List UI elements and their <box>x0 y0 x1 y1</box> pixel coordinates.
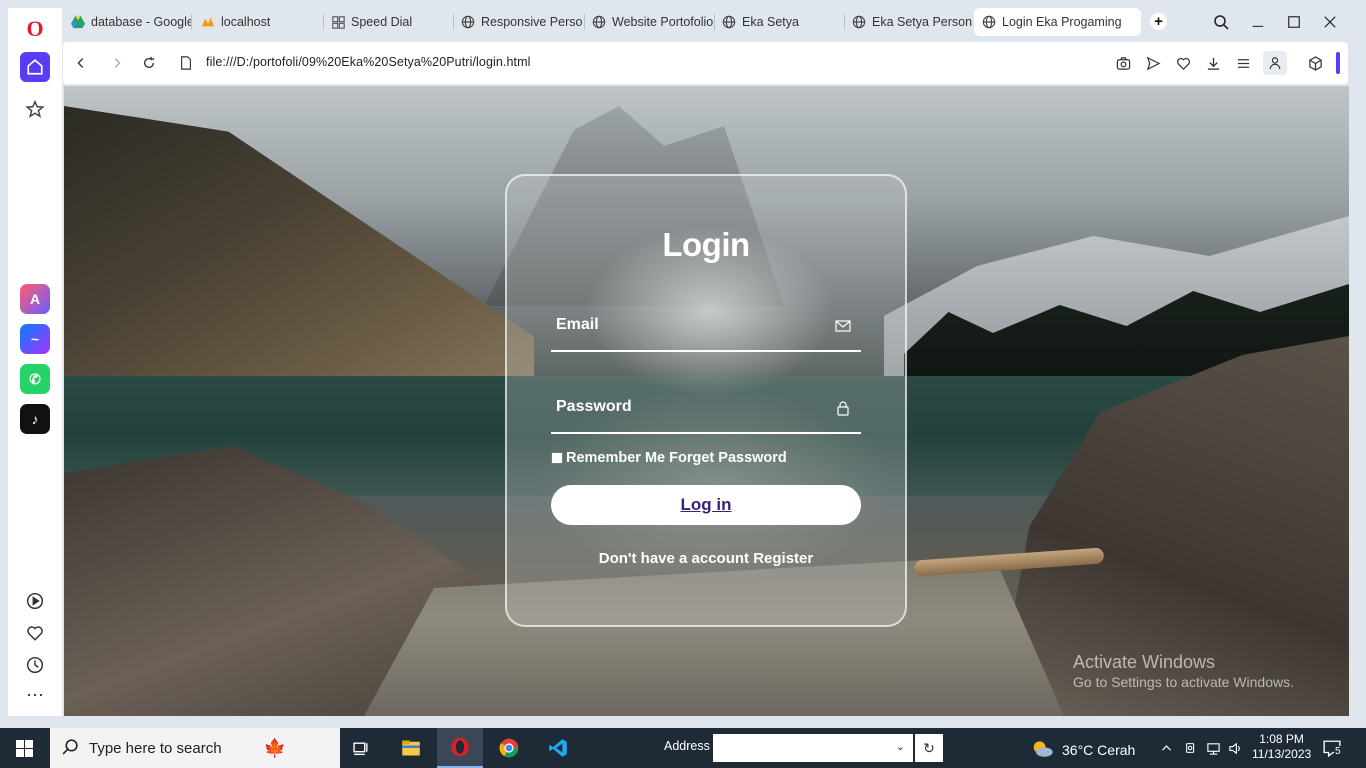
tiktok-icon[interactable]: ♪ <box>20 404 50 434</box>
tab-database[interactable]: database - Google <box>63 8 191 36</box>
tab-localhost[interactable]: localhost <box>193 8 321 36</box>
opera-taskbar-icon[interactable] <box>437 728 483 768</box>
windows-taskbar: Type here to search 🍁 Address ⌄ ↻ 36°C C… <box>0 728 1366 768</box>
tab-label: Responsive Person <box>481 15 583 29</box>
easy-setup-icon[interactable] <box>1233 53 1253 73</box>
taskbar-search[interactable]: Type here to search 🍁 <box>50 728 340 768</box>
tab-label: Eka Setya <box>742 15 799 29</box>
tab-label: Login Eka Progaming <box>1002 15 1122 29</box>
weather-widget[interactable]: 36°C Cerah <box>1030 739 1135 761</box>
globe-icon <box>592 15 606 29</box>
home-icon[interactable] <box>20 52 50 82</box>
tab-strip: database - Google localhost Speed Dial R… <box>63 0 1366 42</box>
clock-date: 11/13/2023 <box>1252 747 1312 761</box>
google-drive-icon <box>71 15 85 29</box>
history-icon[interactable] <box>20 650 50 680</box>
tab-label: database - Google <box>91 15 191 29</box>
snapshot-icon[interactable] <box>1113 53 1133 73</box>
search-icon <box>62 738 79 759</box>
globe-icon <box>461 15 475 29</box>
task-view-icon[interactable] <box>346 733 376 763</box>
new-tab-button[interactable]: + <box>1150 13 1167 30</box>
page-viewport: Login Email Password Remember Me Forget … <box>64 86 1349 716</box>
file-icon <box>176 53 196 73</box>
address-go-icon[interactable]: ↻ <box>915 734 943 762</box>
notification-count: 5 <box>1334 746 1342 757</box>
no-account-text: Don't have a account <box>598 550 750 567</box>
search-placeholder: Type here to search <box>89 739 222 757</box>
windows-start-icon[interactable] <box>9 733 39 763</box>
register-link[interactable]: Register <box>753 550 813 567</box>
reload-icon[interactable] <box>139 53 159 73</box>
globe-icon <box>982 15 996 29</box>
heart-icon[interactable] <box>1173 53 1193 73</box>
url-field[interactable]: file:///D:/portofoli/09%20Eka%20Setya%20… <box>206 55 531 69</box>
weather-sun-cloud-icon <box>1030 739 1054 761</box>
watermark-title: Activate Windows <box>1073 652 1216 672</box>
opera-logo-icon[interactable]: O <box>20 14 50 44</box>
profile-icon[interactable] <box>1263 51 1287 75</box>
more-icon[interactable]: ⋯ <box>20 680 50 710</box>
address-bar: file:///D:/portofoli/09%20Eka%20Setya%20… <box>63 42 1348 84</box>
player-icon[interactable] <box>20 586 50 616</box>
aria-ai-icon[interactable]: A <box>20 284 50 314</box>
vscode-icon[interactable] <box>543 733 573 763</box>
email-field[interactable]: Email <box>551 312 861 352</box>
address-toolbar-input[interactable]: ⌄ <box>713 734 913 762</box>
watermark-subtitle: Go to Settings to activate Windows. <box>1073 673 1294 690</box>
clock-time: 1:08 PM <box>1259 732 1304 746</box>
chrome-icon[interactable] <box>494 733 524 763</box>
tab-label: Speed Dial <box>351 15 413 29</box>
login-button[interactable]: Log in <box>551 485 861 525</box>
remember-row: Remember Me Forget Password <box>551 450 787 466</box>
file-explorer-icon[interactable] <box>396 733 426 763</box>
minimize-icon[interactable] <box>1246 10 1270 34</box>
tab-label: localhost <box>221 15 271 29</box>
tab-website-portofolio[interactable]: Website Portofolio <box>584 8 714 36</box>
volume-icon[interactable] <box>1220 733 1250 763</box>
globe-icon <box>722 15 736 29</box>
tab-label: Website Portofolio <box>612 15 714 29</box>
password-field[interactable]: Password <box>551 394 861 434</box>
lock-icon <box>835 400 853 418</box>
tab-speed-dial[interactable]: Speed Dial <box>323 8 453 36</box>
back-icon[interactable] <box>71 53 91 73</box>
maximize-icon[interactable] <box>1282 10 1306 34</box>
globe-icon <box>852 15 866 29</box>
notification-center-icon[interactable]: 5 <box>1323 739 1343 758</box>
download-icon[interactable] <box>1203 53 1223 73</box>
forward-icon[interactable] <box>107 53 127 73</box>
bookmark-star-icon[interactable] <box>20 94 50 124</box>
tab-eka-setya-personal[interactable]: Eka Setya Personal <box>844 8 972 36</box>
tab-label: Eka Setya Personal <box>872 15 972 29</box>
sidebar-toggle[interactable] <box>1336 52 1340 74</box>
phpmyadmin-icon <box>201 15 215 29</box>
tab-eka-setya[interactable]: Eka Setya <box>714 8 844 36</box>
password-placeholder: Password <box>556 398 632 415</box>
register-prompt: Don't have a account Register <box>505 550 907 567</box>
heart-icon[interactable] <box>20 618 50 648</box>
envelope-icon <box>835 318 853 336</box>
close-icon[interactable] <box>1318 10 1342 34</box>
tab-responsive-person[interactable]: Responsive Person <box>453 8 583 36</box>
send-icon[interactable] <box>1143 53 1163 73</box>
extensions-cube-icon[interactable] <box>1305 53 1325 73</box>
whatsapp-icon[interactable]: ✆ <box>20 364 50 394</box>
search-tabs-icon[interactable] <box>1209 10 1233 34</box>
tab-login-eka-progaming[interactable]: Login Eka Progaming <box>974 8 1141 36</box>
chevron-down-icon[interactable]: ⌄ <box>896 740 905 753</box>
activate-windows-watermark: Activate Windows Go to Settings to activ… <box>1073 652 1294 690</box>
login-title: Login <box>662 226 750 263</box>
weather-text: 36°C Cerah <box>1062 742 1136 758</box>
opera-sidebar: O A ~ ✆ ♪ ⋯ <box>8 8 63 716</box>
search-highlight-icon: 🍁 <box>263 737 286 758</box>
email-placeholder: Email <box>556 316 599 333</box>
remember-forget-label[interactable]: Remember Me Forget Password <box>566 450 787 466</box>
speed-dial-icon <box>331 15 345 29</box>
address-toolbar-label: Address <box>664 739 710 753</box>
taskbar-clock[interactable]: 1:08 PM 11/13/2023 <box>1252 732 1311 762</box>
remember-checkbox[interactable] <box>551 452 563 464</box>
messenger-icon[interactable]: ~ <box>20 324 50 354</box>
